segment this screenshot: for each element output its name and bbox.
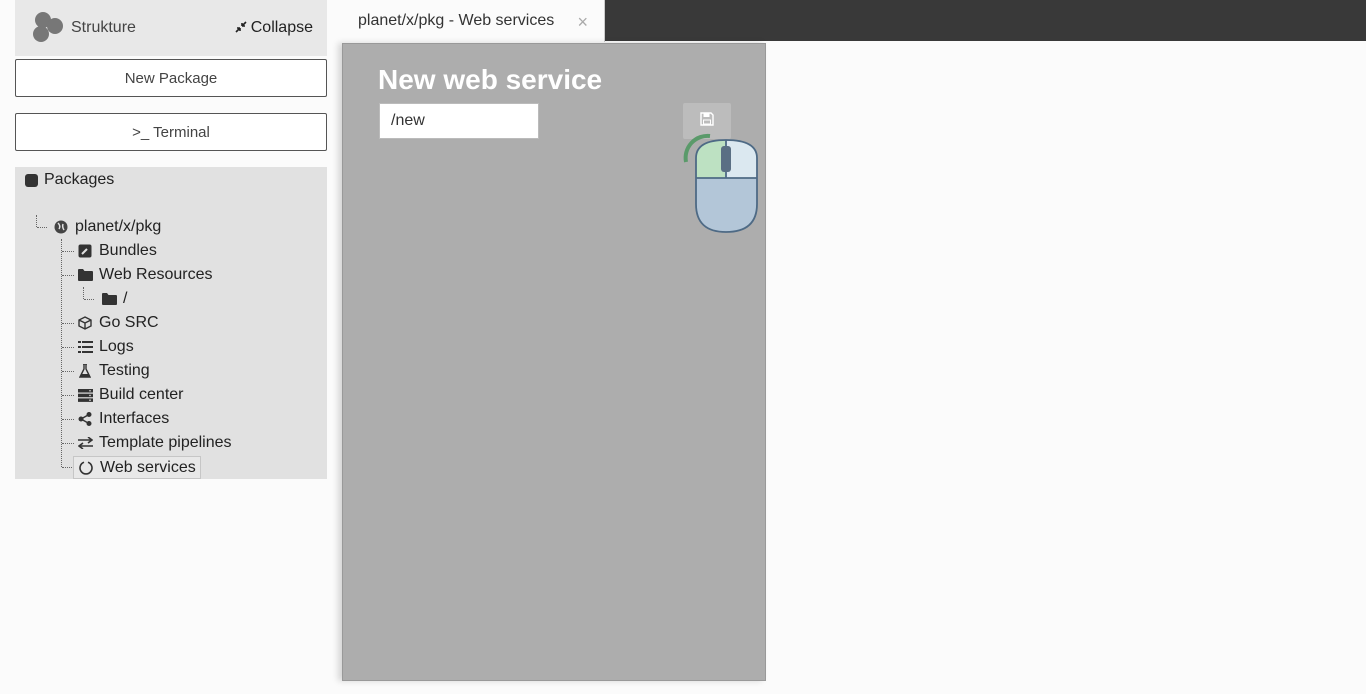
tree-item-template-pipelines[interactable]: Template pipelines (77, 432, 232, 454)
tree-item-build-center[interactable]: Build center (77, 384, 184, 406)
share-icon (77, 411, 93, 427)
tree-label: Template pipelines (99, 434, 232, 451)
tree-label: Logs (99, 338, 134, 355)
circle-notch-icon (78, 460, 94, 476)
collapse-button[interactable]: Collapse (235, 10, 313, 46)
tree-item-root-folder[interactable]: / (101, 288, 127, 310)
tab-web-services[interactable]: planet/x/pkg - Web services × (342, 0, 605, 42)
tree-label: Web Resources (99, 266, 213, 283)
tree-line (36, 215, 37, 227)
tree-item-logs[interactable]: Logs (77, 336, 134, 358)
brand-name: Strukture (71, 19, 136, 36)
mouse-click-indicator (683, 133, 758, 233)
brand-bar: Strukture Collapse (15, 0, 327, 56)
sidebar: Strukture Collapse New Package >_ Termin… (0, 0, 342, 694)
tree-item-web-resources[interactable]: Web Resources (77, 264, 213, 286)
tree-line (37, 227, 47, 228)
tree-line (62, 443, 74, 444)
tree-item-bundles[interactable]: Bundles (77, 240, 157, 262)
tree-line (62, 371, 74, 372)
tree-label: Testing (99, 362, 150, 379)
terminal-button[interactable]: >_ Terminal (15, 113, 327, 151)
bundle-icon (77, 243, 93, 259)
globe-icon (53, 219, 69, 235)
tree-line (62, 395, 74, 396)
tree-label: Bundles (99, 242, 157, 259)
server-icon (77, 387, 93, 403)
package-tree: Packages planet/x/pkg Bundles Web Resour… (15, 167, 327, 479)
brand[interactable]: Strukture (31, 10, 136, 46)
folder-icon (77, 267, 93, 283)
cube-icon (77, 315, 93, 331)
logo-icon (31, 12, 67, 44)
tree-item-go-src[interactable]: Go SRC (77, 312, 159, 334)
tree-line (62, 323, 74, 324)
tree-line (83, 287, 84, 299)
tab-title: planet/x/pkg - Web services (358, 12, 555, 29)
list-icon (77, 339, 93, 355)
tree-item-interfaces[interactable]: Interfaces (77, 408, 169, 430)
collapse-label: Collapse (250, 19, 313, 36)
tree-item-root[interactable]: planet/x/pkg (53, 216, 161, 238)
tree-label: Web services (100, 458, 196, 476)
square-icon (25, 173, 38, 187)
tree-line (62, 419, 74, 420)
tree-line (62, 251, 74, 252)
tree-label: planet/x/pkg (75, 218, 162, 235)
tree-line (61, 239, 62, 467)
flask-icon (77, 363, 93, 379)
endpoint-input[interactable] (379, 103, 539, 139)
tree-line (84, 299, 94, 300)
tree-line (62, 347, 74, 348)
panel-title: New web service (378, 64, 603, 95)
exchange-icon (77, 435, 93, 451)
new-package-button[interactable]: New Package (15, 59, 327, 97)
compress-icon (235, 20, 247, 36)
tree-label: Build center (99, 386, 184, 403)
tree-item-testing[interactable]: Testing (77, 360, 150, 382)
tree-item-web-services[interactable]: Web services (73, 456, 201, 479)
close-icon[interactable]: × (577, 12, 588, 33)
tree-label: / (123, 290, 128, 307)
tree-label: Interfaces (99, 410, 170, 427)
packages-header[interactable]: Packages (25, 171, 114, 189)
tree-line (62, 275, 74, 276)
folder-icon (101, 291, 117, 307)
packages-label: Packages (44, 171, 115, 188)
tree-label: Go SRC (99, 314, 159, 331)
